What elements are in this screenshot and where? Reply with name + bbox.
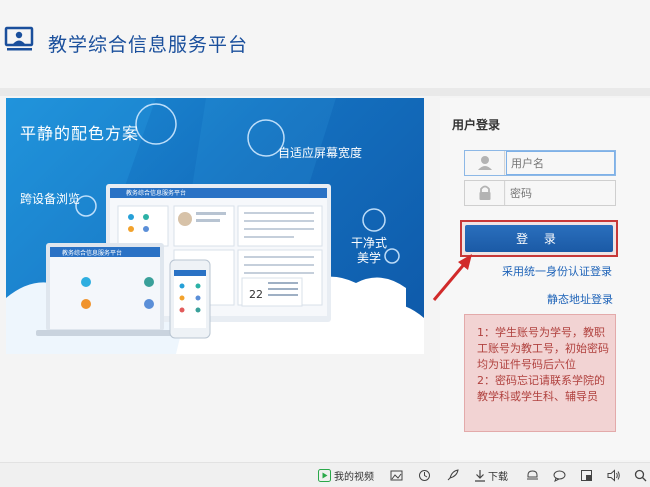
image-icon[interactable] [390, 468, 403, 483]
site-title: 教学综合信息服务平台 [48, 34, 249, 56]
share-icon[interactable] [526, 468, 539, 483]
banner-slogan-1: 平静的配色方案 [20, 124, 140, 143]
rocket-icon[interactable] [446, 468, 459, 483]
username-input[interactable] [506, 151, 615, 175]
laptop-title: 教务综合信息服务平台 [62, 250, 123, 257]
banner-slogan-2: 自适应屏幕宽度 [278, 146, 363, 160]
banner-slogan-4: 干净式美学 [350, 236, 387, 265]
download-icon [475, 470, 485, 482]
calendar-day: 22 [249, 288, 263, 301]
monitor-title: 教务综合信息服务平台 [126, 190, 187, 197]
play-icon [318, 469, 331, 482]
header: 教学综合信息服务平台 [0, 0, 650, 88]
banner-slogan-3: 跨设备浏览 [20, 192, 81, 206]
user-icon [465, 151, 505, 175]
my-video-label: 我的视频 [334, 472, 374, 483]
annotation-arrow-icon [432, 254, 472, 301]
search-icon[interactable] [634, 468, 647, 483]
username-field [464, 150, 616, 176]
promo-banner: 平静的配色方案 自适应屏幕宽度 跨设备浏览 干净式美学 教务综合信息服务平台 教… [6, 98, 424, 354]
window-icon[interactable] [580, 468, 593, 483]
download-label: 下载 [488, 472, 508, 483]
refresh-icon[interactable] [418, 468, 431, 483]
static-address-login-link[interactable]: 静态地址登录 [547, 291, 613, 307]
comment-icon[interactable] [553, 468, 566, 483]
login-button[interactable]: 登 录 [465, 225, 613, 252]
logo-icon [4, 26, 34, 51]
volume-icon[interactable] [607, 468, 621, 483]
login-notice: 1：学生账号为学号，教职工账号为教工号，初始密码均为证件号码后六位 2：密码忘记… [464, 314, 616, 432]
password-input[interactable] [506, 181, 615, 205]
lock-icon [465, 181, 505, 205]
video-toolbar: 我的视频 下载 [0, 462, 650, 487]
password-field [464, 180, 616, 206]
header-divider [0, 88, 650, 96]
login-title: 用户登录 [452, 118, 501, 132]
download-button[interactable]: 下载 [474, 468, 508, 483]
my-video-button[interactable]: 我的视频 [318, 468, 374, 483]
login-button-highlight: 登 录 [460, 220, 618, 257]
unified-auth-login-link[interactable]: 采用统一身份认证登录 [502, 263, 612, 279]
